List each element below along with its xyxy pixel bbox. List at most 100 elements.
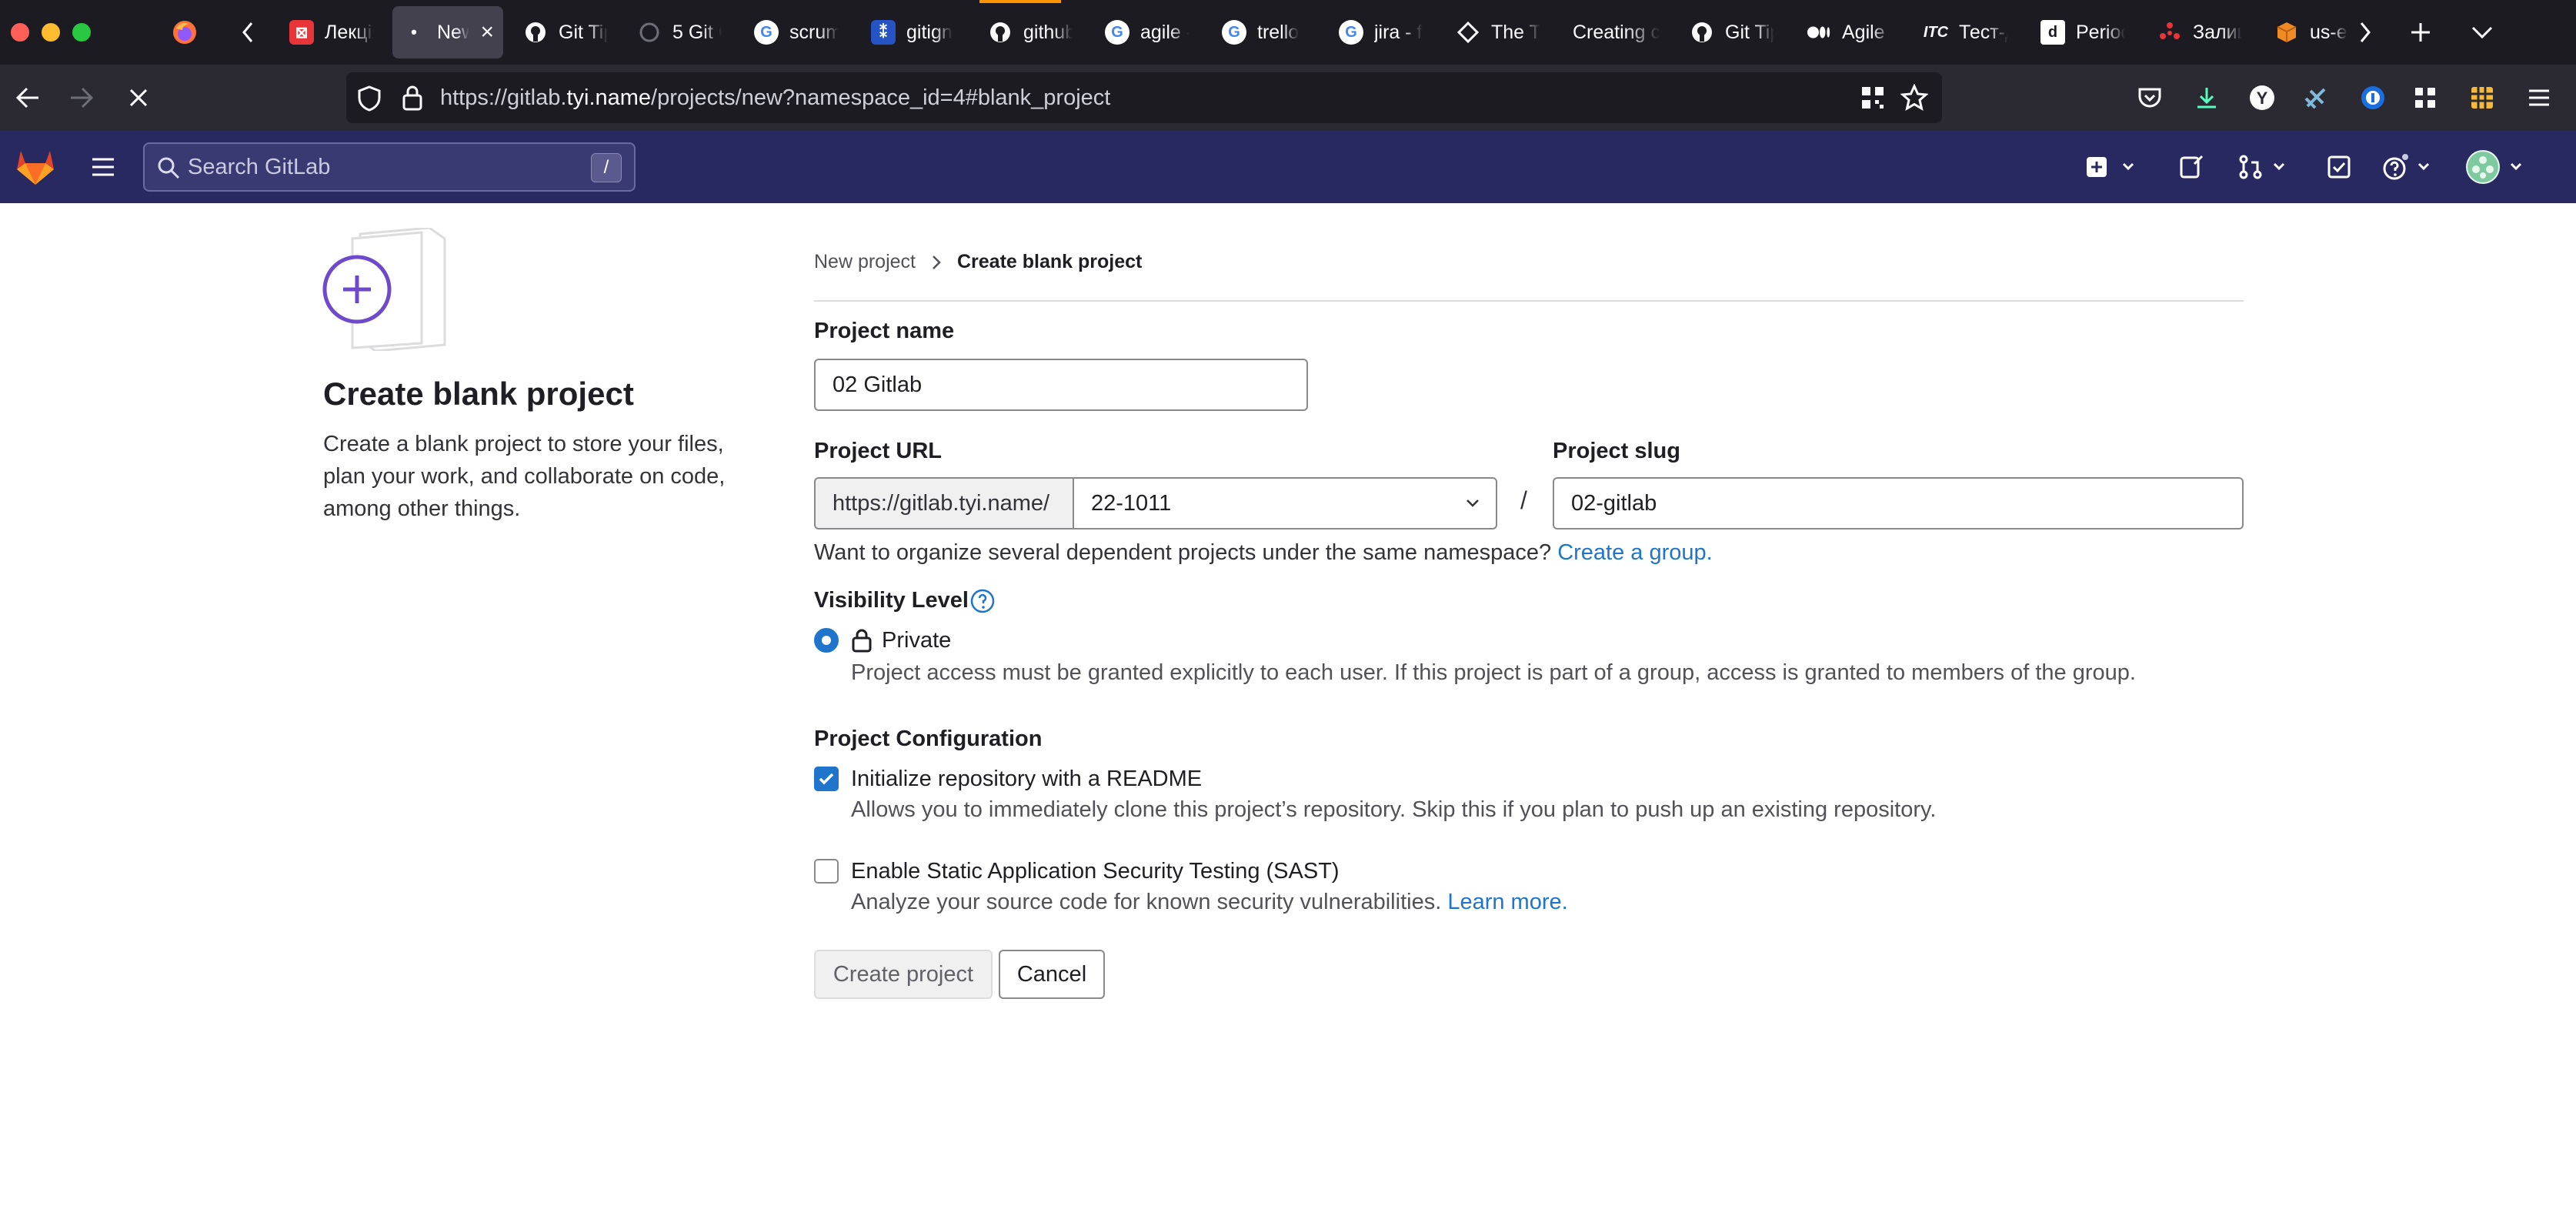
tab-5-git[interactable]: 5 Git C (628, 6, 731, 58)
tab-scroll-left-icon[interactable] (229, 14, 266, 51)
github-icon (1690, 20, 1714, 45)
lock-icon (851, 628, 873, 656)
help-icon[interactable] (2382, 149, 2436, 185)
menu-icon[interactable] (2521, 79, 2558, 116)
tab-github[interactable]: github (979, 6, 1082, 58)
red-square-icon: ⊠ (289, 20, 314, 45)
loading-icon (637, 20, 662, 45)
extension-icon[interactable] (2297, 79, 2334, 116)
create-new-icon[interactable] (2085, 149, 2139, 185)
tab-new-project[interactable]: • New × (392, 6, 503, 58)
new-tab-icon[interactable] (2402, 14, 2439, 51)
tab-scroll-right-icon[interactable] (2347, 14, 2384, 51)
todos-icon[interactable] (2324, 149, 2354, 185)
address-bar[interactable]: https://gitlab. tyi.name/projects/new?nam… (346, 72, 1942, 123)
google-icon: G (1105, 20, 1130, 45)
search-input[interactable]: Search GitLab / (143, 142, 636, 192)
project-name-input[interactable]: 02 Gitlab (814, 359, 1308, 411)
project-url-label: Project URL (814, 439, 942, 463)
tab-creating[interactable]: Creating c (1563, 6, 1679, 58)
tab-agile-medium[interactable]: Agile r (1797, 6, 1900, 58)
bookmark-star-icon[interactable] (1900, 83, 1929, 115)
itc-icon: ITC (1923, 23, 1949, 41)
tab-scrum[interactable]: G scrum (745, 6, 848, 58)
github-icon (523, 20, 548, 45)
project-url-prefix: https://gitlab.tyi.name/ (814, 477, 1074, 529)
google-icon: G (1222, 20, 1246, 45)
issues-icon[interactable] (2176, 149, 2207, 185)
grid-extension-icon[interactable] (2464, 79, 2501, 116)
cancel-button[interactable]: Cancel (999, 950, 1105, 999)
visibility-help-icon[interactable] (969, 588, 996, 618)
google-icon: G (754, 20, 779, 45)
project-name-label: Project name (814, 319, 955, 343)
tab-loading-indicator (979, 0, 1061, 3)
visibility-private-label[interactable]: Private (882, 628, 951, 653)
tab-the-ty[interactable]: The Ty (1446, 6, 1550, 58)
url-text[interactable]: https://gitlab. tyi.name/projects/new?nam… (440, 72, 1110, 123)
namespace-help-text: Want to organize several dependent proje… (814, 540, 1713, 565)
password-manager-icon[interactable] (2354, 79, 2391, 116)
lock-icon[interactable] (402, 85, 423, 115)
tab-lecture[interactable]: ⊠ Лекція (280, 6, 383, 58)
tab-period[interactable]: d Period (2031, 6, 2134, 58)
page-title: Create blank project (323, 376, 634, 412)
tab-agile[interactable]: G agile - (1096, 6, 1199, 58)
avatar[interactable] (2465, 149, 2527, 185)
tab-jira[interactable]: G jira - f (1330, 6, 1433, 58)
firefox-view-icon[interactable] (166, 14, 203, 51)
readme-description: Allows you to immediately clone this pro… (851, 797, 1937, 822)
sast-label[interactable]: Enable Static Application Security Testi… (851, 859, 1340, 884)
github-icon (988, 20, 1013, 45)
breadcrumb-current: Create blank project (957, 251, 1143, 272)
d-icon: d (2040, 20, 2065, 45)
minimize-window-button[interactable] (42, 23, 60, 42)
breadcrumb-divider (814, 300, 2244, 302)
google-icon: G (1339, 20, 1363, 45)
merge-requests-icon[interactable] (2237, 149, 2291, 185)
project-slug-input[interactable]: 02-gitlab (1553, 477, 2244, 529)
extensions-icon[interactable] (2407, 79, 2444, 116)
red-star-icon (2157, 20, 2182, 45)
search-icon (157, 156, 180, 183)
svg-text:Y: Y (2257, 89, 2268, 108)
chevron-down-icon (1467, 499, 1479, 507)
maximize-window-button[interactable] (72, 23, 91, 42)
qr-code-icon[interactable] (1860, 85, 1885, 114)
medium-icon (1807, 20, 1831, 45)
tab-trello[interactable]: G trello (1213, 6, 1316, 58)
namespace-select[interactable]: 22-1011 (1073, 477, 1497, 529)
tab-gitignore[interactable]: ⁑ gitign (862, 6, 965, 58)
forward-icon[interactable] (63, 79, 100, 116)
sast-checkbox[interactable] (814, 859, 839, 884)
back-icon[interactable] (9, 79, 46, 116)
url-slash-separator: / (1520, 486, 1527, 514)
tab-test[interactable]: ITC Тест-д (1914, 6, 2017, 58)
gitlab-logo-icon[interactable] (14, 145, 57, 192)
readme-checkbox[interactable] (814, 767, 839, 791)
visibility-private-radio[interactable] (814, 628, 839, 653)
list-all-tabs-icon[interactable] (2464, 14, 2501, 51)
tab-git-tip[interactable]: Git Tip (514, 6, 617, 58)
downloads-icon[interactable] (2188, 79, 2225, 116)
pocket-icon[interactable] (2131, 79, 2168, 116)
close-window-button[interactable] (11, 23, 29, 42)
browser-nav-bar: https://gitlab. tyi.name/projects/new?nam… (0, 65, 2576, 131)
shield-icon[interactable] (357, 85, 382, 115)
create-group-link[interactable]: Create a group (1557, 540, 1706, 565)
create-project-button[interactable]: Create project (814, 950, 993, 999)
tab-zalysh[interactable]: Залиш (2148, 6, 2251, 58)
breadcrumb-new-project[interactable]: New project (814, 251, 916, 273)
hamburger-menu-icon[interactable] (85, 149, 122, 185)
visibility-level-label: Visibility Level (814, 588, 969, 613)
search-shortcut-badge: / (591, 153, 622, 182)
close-tab-icon[interactable]: × (480, 19, 494, 45)
learn-more-link[interactable]: Learn more (1447, 890, 1561, 914)
dot-icon: • (411, 22, 417, 42)
stop-loading-icon[interactable] (120, 79, 157, 116)
tab-git-tip-2[interactable]: Git Tip (1680, 6, 1784, 58)
checkmark-icon (819, 773, 834, 785)
blank-project-illustration (322, 226, 448, 352)
yandex-extension-icon[interactable]: Y (2244, 79, 2281, 116)
readme-label[interactable]: Initialize repository with a README (851, 767, 1202, 792)
